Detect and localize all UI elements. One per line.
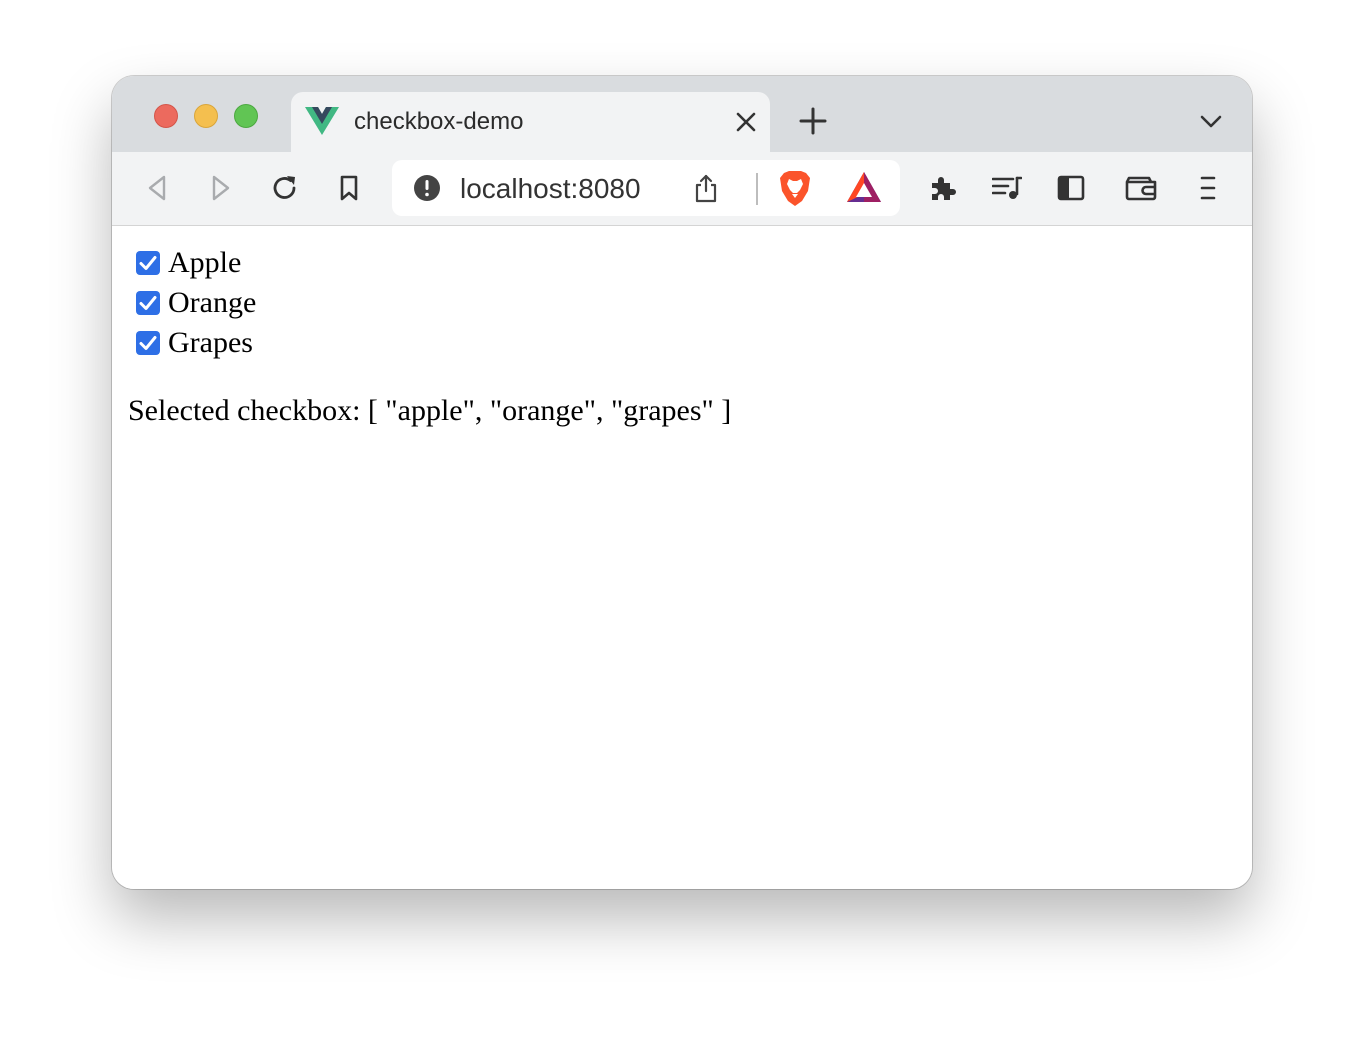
checkbox-input[interactable] — [136, 331, 160, 355]
playlist-icon[interactable] — [992, 173, 1022, 203]
close-icon[interactable] — [732, 108, 760, 136]
brave-lion-icon[interactable] — [778, 169, 812, 207]
checkmark-icon — [139, 256, 157, 270]
checkbox-label[interactable]: Orange — [168, 286, 256, 320]
reload-icon[interactable] — [270, 173, 300, 203]
address-bar-divider — [756, 173, 758, 205]
checkbox-grapes[interactable]: Grapes — [136, 326, 253, 360]
checkbox-apple[interactable]: Apple — [136, 246, 241, 280]
bookmark-icon[interactable] — [334, 173, 364, 203]
tab-checkbox-demo[interactable]: checkbox-demo — [291, 92, 770, 152]
tab-strip: checkbox-demo — [112, 76, 1252, 152]
bat-triangle-icon[interactable] — [845, 170, 883, 204]
forward-arrow-icon[interactable] — [206, 173, 236, 203]
sidebar-icon[interactable] — [1056, 173, 1086, 203]
browser-window: checkbox-demo localhost:8080 Apple Orang… — [112, 76, 1252, 889]
checkbox-label[interactable]: Grapes — [168, 326, 253, 360]
selected-output: Selected checkbox: [ "apple", "orange", … — [128, 394, 732, 427]
checkbox-input[interactable] — [136, 291, 160, 315]
checkbox-label[interactable]: Apple — [168, 246, 241, 280]
hamburger-menu-icon[interactable] — [1193, 173, 1223, 203]
checkbox-orange[interactable]: Orange — [136, 286, 256, 320]
url-text[interactable]: localhost:8080 — [460, 173, 641, 205]
checkmark-icon — [139, 296, 157, 310]
back-arrow-icon[interactable] — [142, 173, 172, 203]
vue-logo-icon — [305, 107, 339, 135]
new-tab-plus-icon[interactable] — [798, 106, 828, 136]
page-content: Apple Orange Grapes Selected checkbox: [… — [112, 226, 1252, 889]
puzzle-icon[interactable] — [928, 173, 958, 203]
window-close-button[interactable] — [154, 104, 178, 128]
browser-toolbar: localhost:8080 — [112, 152, 1252, 226]
tab-title: checkbox-demo — [354, 108, 524, 135]
info-warning-icon[interactable] — [413, 174, 441, 202]
checkbox-input[interactable] — [136, 251, 160, 275]
chevron-down-icon[interactable] — [1198, 112, 1224, 132]
window-minimize-button[interactable] — [194, 104, 218, 128]
share-icon[interactable] — [692, 172, 720, 204]
address-bar[interactable]: localhost:8080 — [392, 160, 900, 216]
checkmark-icon — [139, 336, 157, 350]
window-maximize-button[interactable] — [234, 104, 258, 128]
wallet-icon[interactable] — [1124, 173, 1158, 203]
